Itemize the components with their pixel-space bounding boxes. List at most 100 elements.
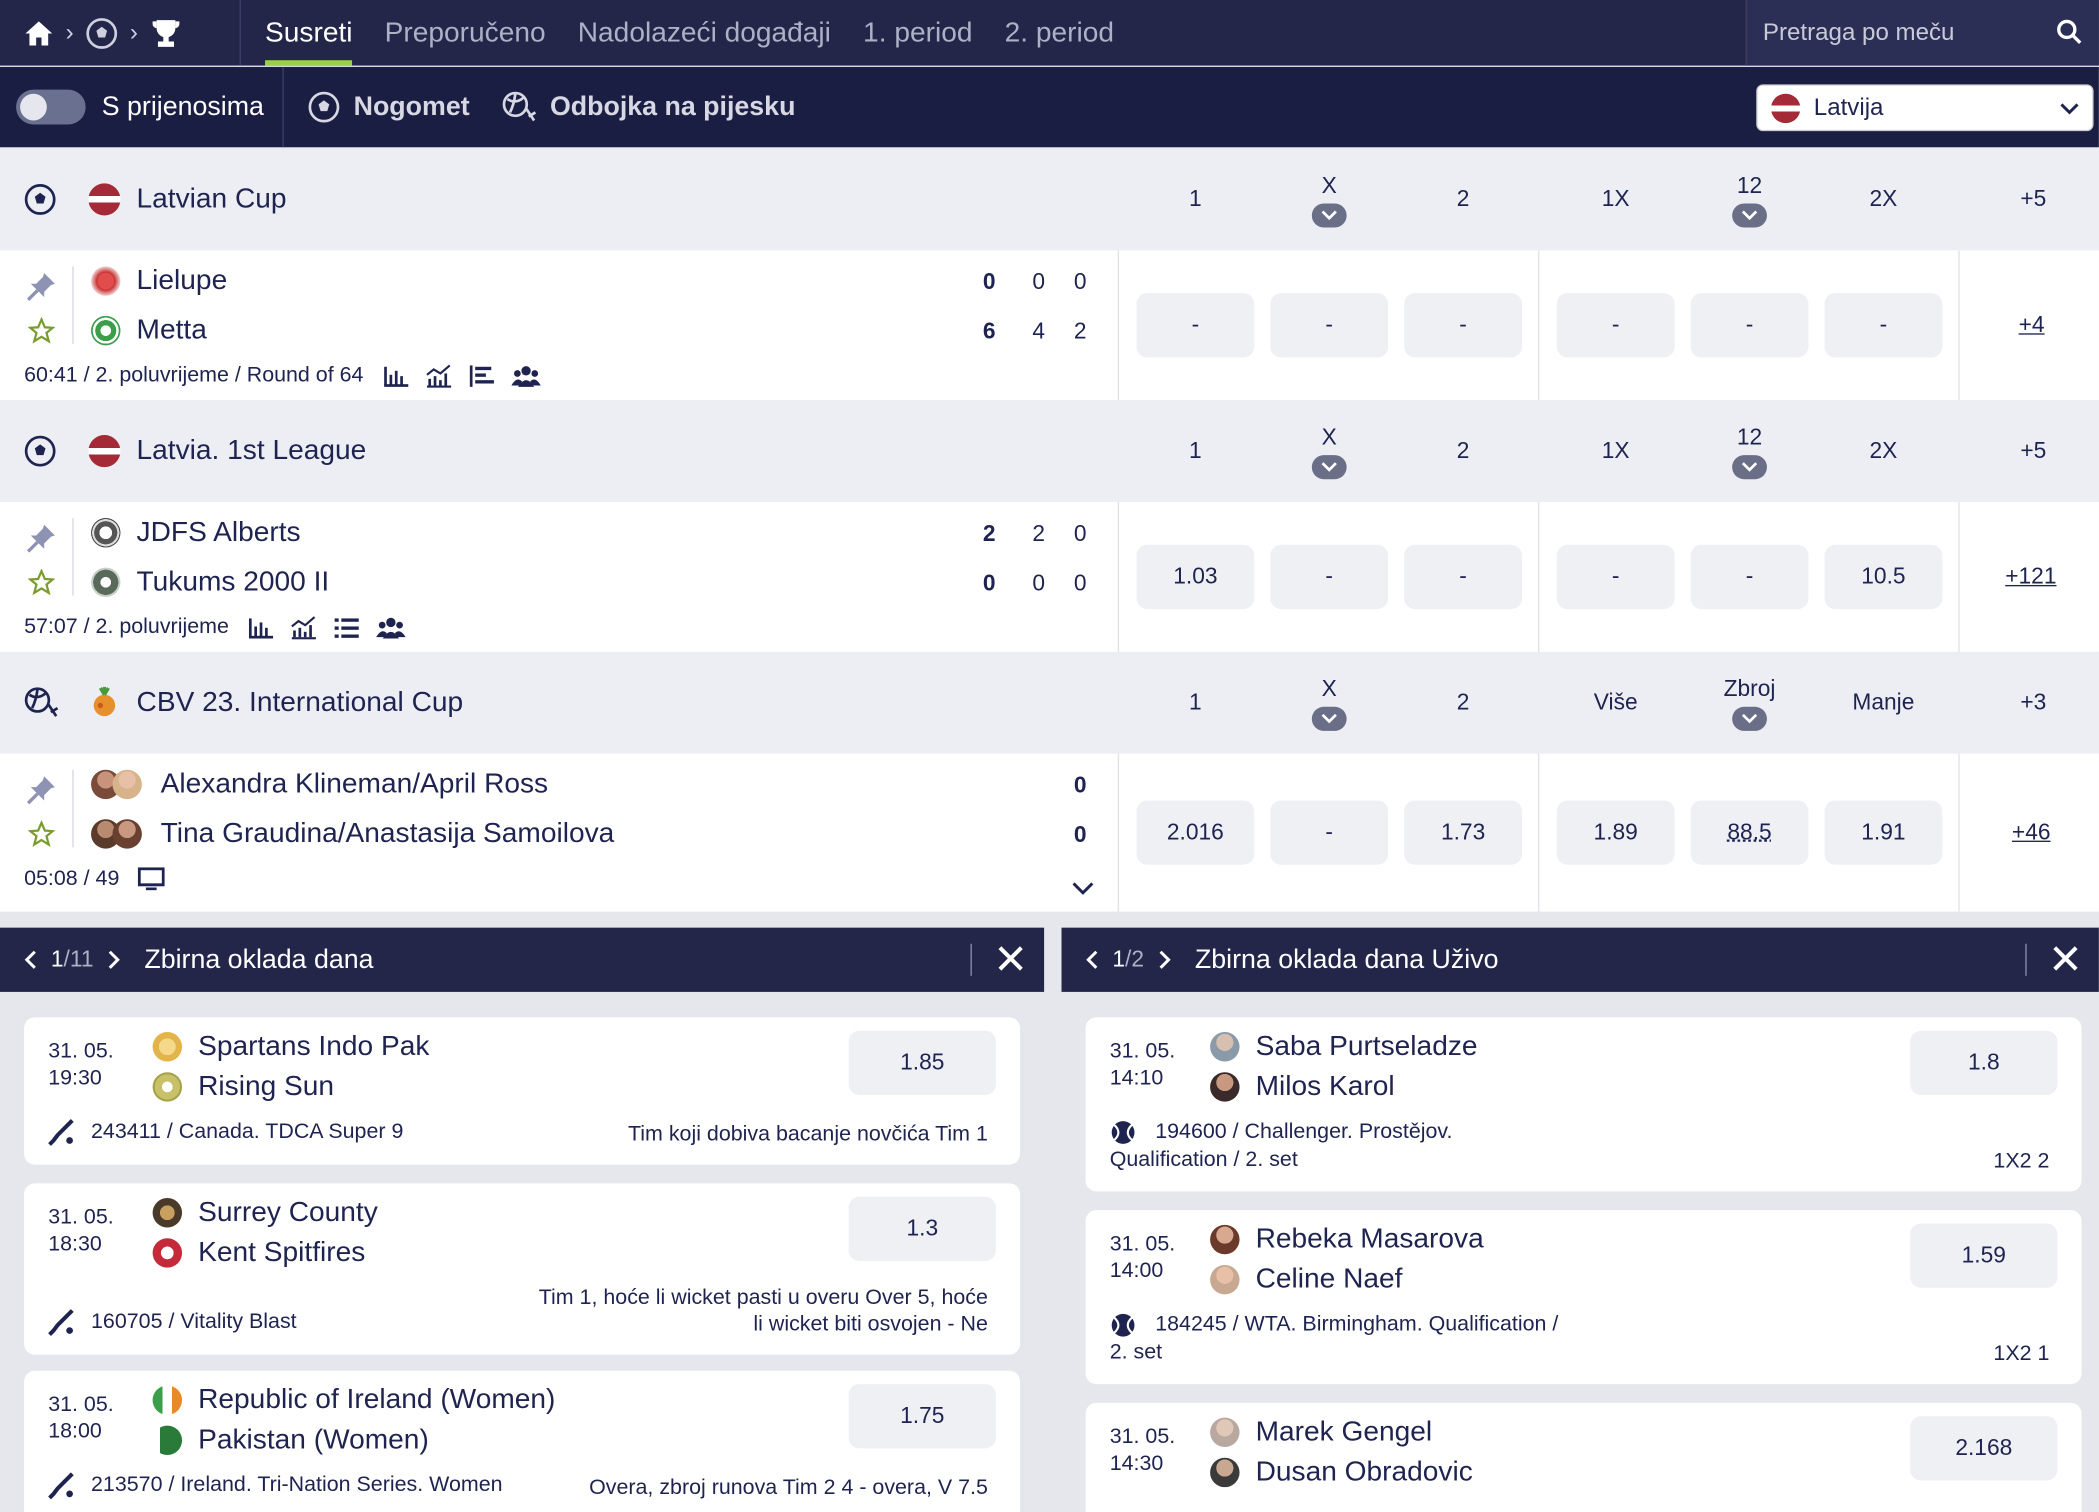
odd-button[interactable]: - bbox=[1270, 800, 1389, 865]
col-header-x[interactable]: X bbox=[1262, 400, 1396, 502]
away-team: Tukums 2000 II bbox=[91, 566, 329, 598]
col-header-12[interactable]: 12 bbox=[1683, 149, 1817, 251]
tab-preporuceno[interactable]: Preporučeno bbox=[385, 0, 546, 66]
home-player: Marek Gengel bbox=[1210, 1416, 1432, 1448]
home-icon[interactable] bbox=[24, 19, 53, 46]
broadcast-toggle[interactable] bbox=[16, 89, 86, 125]
more-markets-link[interactable]: +121 bbox=[2005, 564, 2056, 591]
chevron-right-icon: › bbox=[65, 18, 74, 46]
league-title[interactable]: CBV 23. International Cup bbox=[137, 687, 464, 719]
odd-button[interactable]: 1.3 bbox=[848, 1196, 996, 1261]
list-icon[interactable] bbox=[333, 616, 360, 640]
accumulator-card[interactable]: 31. 05. 14:00 Rebeka Masarova Celine Naef… bbox=[1085, 1210, 2082, 1385]
score: 0 bbox=[1073, 772, 1087, 798]
tab-2-period[interactable]: 2. period bbox=[1005, 0, 1114, 66]
page-current: 1 bbox=[1112, 946, 1126, 972]
col-header-more[interactable]: +3 bbox=[1966, 652, 2099, 754]
star-icon[interactable] bbox=[28, 568, 55, 596]
odd-button[interactable]: 10.5 bbox=[1824, 544, 1943, 610]
close-icon[interactable] bbox=[2051, 944, 2080, 973]
tab-1-period[interactable]: 1. period bbox=[863, 0, 972, 66]
odd-button[interactable]: - bbox=[1556, 293, 1675, 358]
sport-filter-beach-volleyball[interactable]: Odbojka na pijesku bbox=[502, 91, 795, 123]
odd-button[interactable]: 1.75 bbox=[848, 1384, 996, 1449]
star-icon[interactable] bbox=[28, 317, 55, 344]
accumulator-card[interactable]: 31. 05. 14:10 Saba Purtseladze Milos Karo… bbox=[1085, 1017, 2082, 1192]
team-name: JDFS Alberts bbox=[136, 516, 301, 548]
chevron-down-icon bbox=[1311, 706, 1347, 731]
chevron-right-icon[interactable] bbox=[104, 949, 123, 970]
odd-button[interactable]: 1.59 bbox=[1910, 1223, 2058, 1288]
pin-icon[interactable] bbox=[25, 270, 57, 302]
col-header-x[interactable]: X bbox=[1262, 652, 1396, 754]
lineup-icon[interactable] bbox=[468, 364, 495, 388]
accumulator-card[interactable]: 31. 05. 18:30 Surrey County Kent Spitfire… bbox=[24, 1183, 1021, 1355]
accumulator-card[interactable]: 31. 05. 18:00 Republic of Ireland (Women)… bbox=[24, 1370, 1021, 1512]
league-header: CBV 23. International Cup 1 X 2 Više Zbr… bbox=[0, 651, 2099, 754]
player-name: Celine Naef bbox=[1255, 1263, 1403, 1295]
odd-button[interactable]: 1.85 bbox=[848, 1030, 996, 1095]
odd-button[interactable]: - bbox=[1404, 544, 1522, 610]
odd-button[interactable]: - bbox=[1824, 293, 1943, 358]
team-name: Republic of Ireland (Women) bbox=[198, 1384, 556, 1415]
accumulator-card[interactable]: 31. 05. 19:30 Spartans Indo Pak Rising Su… bbox=[24, 1017, 1021, 1165]
chevron-right-icon[interactable] bbox=[1155, 949, 1174, 970]
stats-icon[interactable] bbox=[382, 364, 409, 388]
odd-button[interactable]: - bbox=[1404, 293, 1522, 358]
accumulator-card[interactable]: 31. 05. 14:30 Marek Gengel Dusan Obradovi… bbox=[1085, 1402, 2082, 1512]
odd-button[interactable]: - bbox=[1690, 544, 1809, 610]
odd-button[interactable]: - bbox=[1690, 293, 1809, 358]
col-header-total[interactable]: Zbroj bbox=[1683, 652, 1817, 754]
pin-icon[interactable] bbox=[25, 522, 57, 554]
chevron-left-icon[interactable] bbox=[21, 949, 40, 970]
sport-filter-football[interactable]: Nogomet bbox=[308, 91, 470, 123]
star-icon[interactable] bbox=[28, 820, 55, 848]
match-row[interactable]: JDFS Alberts Tukums 2000 II 2 2 0 0 0 0 … bbox=[0, 501, 2099, 652]
search-input[interactable] bbox=[1762, 18, 2031, 47]
chart-icon[interactable] bbox=[290, 616, 317, 640]
chart-icon[interactable] bbox=[425, 364, 452, 388]
match-row[interactable]: Lielupe Metta 0 0 0 6 4 2 60:41 / 2. pol… bbox=[0, 250, 2099, 401]
tab-susreti[interactable]: Susreti bbox=[265, 0, 354, 66]
more-markets-link[interactable]: +4 bbox=[2019, 312, 2045, 339]
odd-button[interactable]: - bbox=[1270, 293, 1389, 358]
score: 6 bbox=[982, 318, 996, 345]
tab-nadolazeci[interactable]: Nadolazeći događaji bbox=[578, 0, 831, 66]
odd-button[interactable]: - bbox=[1556, 544, 1675, 610]
tv-icon[interactable] bbox=[138, 867, 165, 891]
player-avatar bbox=[1210, 1457, 1240, 1488]
odd-button[interactable]: 2.016 bbox=[1136, 800, 1255, 865]
team-icon[interactable] bbox=[376, 616, 406, 640]
chevron-left-icon[interactable] bbox=[1083, 949, 1102, 970]
odd-button[interactable]: 2.168 bbox=[1910, 1416, 2058, 1481]
odd-button[interactable]: 1.03 bbox=[1136, 544, 1255, 610]
odd-button[interactable]: - bbox=[1270, 544, 1389, 610]
pin-icon[interactable] bbox=[25, 774, 57, 806]
divider bbox=[1958, 753, 1960, 912]
search-icon[interactable] bbox=[2056, 19, 2083, 46]
odd-button[interactable]: 1.8 bbox=[1910, 1030, 2058, 1095]
col-header-x[interactable]: X bbox=[1262, 149, 1396, 251]
odd-button[interactable]: 1.73 bbox=[1404, 800, 1522, 865]
chevron-down-icon[interactable] bbox=[1071, 879, 1095, 898]
country-select[interactable]: Latvija bbox=[1756, 84, 2094, 132]
col-header-12[interactable]: 12 bbox=[1683, 400, 1817, 502]
match-row[interactable]: Alexandra Klineman/April Ross Tina Graud… bbox=[0, 753, 2099, 912]
total-line[interactable]: 88.5 bbox=[1690, 800, 1809, 865]
odd-button[interactable]: - bbox=[1136, 293, 1255, 358]
football-icon[interactable] bbox=[86, 17, 118, 49]
odd-button[interactable]: 1.91 bbox=[1824, 800, 1943, 865]
col-header-more[interactable]: +5 bbox=[1966, 400, 2099, 502]
close-icon[interactable] bbox=[996, 944, 1025, 973]
col-header-more[interactable]: +5 bbox=[1966, 149, 2099, 251]
league-title[interactable]: Latvia. 1st League bbox=[137, 435, 367, 467]
col-label: 12 bbox=[1736, 172, 1763, 198]
team-icon[interactable] bbox=[510, 364, 541, 388]
more-markets-link[interactable]: +46 bbox=[2012, 819, 2051, 846]
odd-button[interactable]: 1.89 bbox=[1556, 800, 1675, 865]
stats-icon[interactable] bbox=[248, 616, 275, 640]
league-title[interactable]: Latvian Cup bbox=[137, 183, 287, 215]
team-logo bbox=[91, 518, 121, 548]
team-logo bbox=[152, 1385, 183, 1415]
trophy-icon[interactable] bbox=[150, 18, 182, 47]
